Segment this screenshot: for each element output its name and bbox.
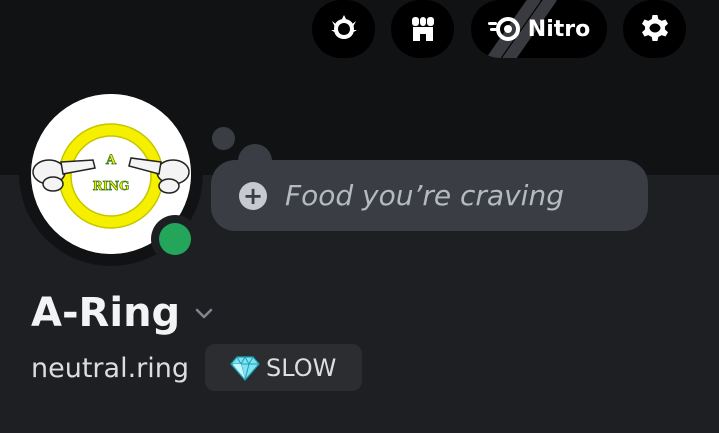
thought-bubble-dot bbox=[212, 127, 235, 150]
online-status-indicator bbox=[159, 223, 191, 255]
gem-icon bbox=[230, 355, 260, 381]
custom-status-bubble[interactable]: + Food you’re craving bbox=[211, 160, 648, 231]
tag-label: SLOW bbox=[266, 353, 337, 382]
settings-button[interactable] bbox=[623, 0, 686, 58]
shop-button[interactable] bbox=[391, 0, 454, 58]
username: neutral.ring bbox=[31, 353, 190, 384]
quests-button[interactable] bbox=[312, 0, 375, 58]
display-name-toggle[interactable]: A-Ring bbox=[31, 290, 216, 336]
gear-icon bbox=[641, 15, 668, 41]
status-placeholder: Food you’re craving bbox=[285, 179, 564, 212]
add-icon: + bbox=[239, 181, 267, 210]
shop-icon bbox=[411, 17, 434, 41]
nitro-icon bbox=[487, 17, 520, 41]
nitro-button[interactable]: Nitro bbox=[471, 0, 607, 58]
quests-icon bbox=[330, 15, 357, 39]
chevron-down-icon bbox=[195, 308, 213, 319]
server-tag-badge[interactable]: SLOW bbox=[205, 344, 362, 391]
svg-text:RING: RING bbox=[93, 179, 130, 193]
svg-text:A: A bbox=[105, 153, 117, 168]
nitro-label: Nitro bbox=[527, 16, 591, 42]
display-name: A-Ring bbox=[31, 290, 181, 336]
